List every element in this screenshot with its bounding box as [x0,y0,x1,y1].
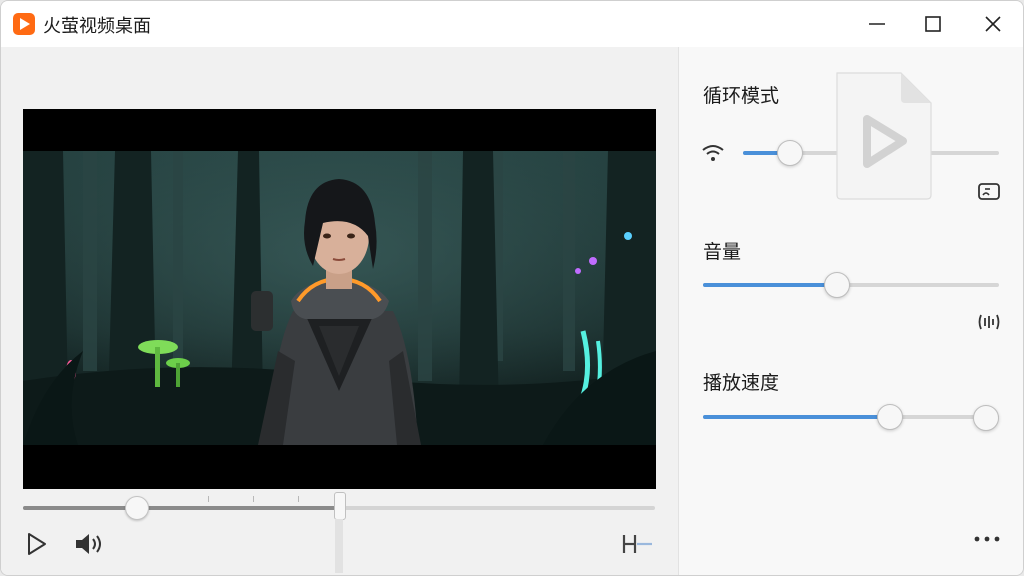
video-frame-image [23,151,656,445]
player-pane [1,47,678,575]
volume-knob[interactable] [824,272,851,298]
loop-mode-knob[interactable] [777,140,804,166]
minimize-button[interactable] [849,1,905,47]
title-bar: 火萤视频桌面 [1,1,1023,47]
split-handle[interactable] [334,492,346,520]
video-file-icon [831,69,935,201]
more-icon [974,536,1000,542]
maximize-button[interactable] [905,1,961,47]
speed-max-knob[interactable] [973,405,999,431]
app-logo-icon [13,13,35,35]
loop-mode-title: 循环模式 [703,85,780,107]
timeline-progress [23,506,339,510]
window-title: 火萤视频桌面 [43,16,151,37]
minimize-icon [869,23,885,25]
speed-fill [703,415,890,419]
volume-title: 音量 [703,241,742,263]
more-button[interactable] [971,527,1003,551]
settings-pane: 循环模式 音量 播放速度 [678,47,1023,575]
timeline-knob[interactable] [124,496,149,520]
timeline-tick [208,496,209,502]
play-button[interactable] [25,531,49,561]
close-button[interactable] [965,1,1021,47]
end-marker-button[interactable] [621,533,653,559]
audio-wave-button[interactable] [977,311,1001,337]
timeline-tick [253,496,254,502]
end-marker-icon [622,535,652,553]
screen-cast-button[interactable] [977,181,1001,207]
volume-button[interactable] [73,531,105,561]
speed-slider[interactable] [703,404,999,430]
speed-title: 播放速度 [703,372,780,394]
maximize-icon [925,16,941,32]
video-viewport[interactable] [23,109,656,489]
audio-wave-icon [978,314,1000,330]
timeline-tick [298,496,299,502]
volume-slider[interactable] [703,272,999,298]
app-window: 火萤视频桌面 循环模式 音量 播放速度 [0,0,1024,576]
wifi-icon [701,141,725,169]
split-rail[interactable] [335,519,343,573]
speaker-icon [76,534,101,554]
volume-fill [703,283,837,287]
speed-knob[interactable] [877,404,904,430]
close-icon [985,16,1001,32]
screen-cast-icon [978,183,1000,200]
play-icon [28,533,46,555]
